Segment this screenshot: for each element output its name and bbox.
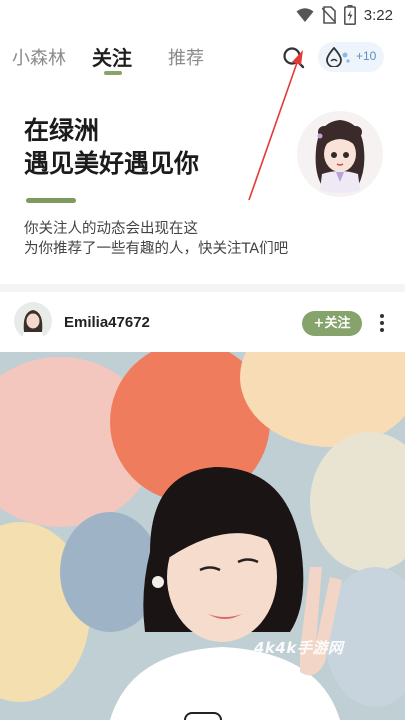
post-username[interactable]: Emilia47672 xyxy=(64,314,150,331)
post-photo[interactable] xyxy=(0,352,405,720)
hero-illustration-avatar xyxy=(296,110,384,198)
no-sim-icon xyxy=(321,6,336,24)
top-nav: 小森林 关注 推荐 +10 xyxy=(0,40,405,80)
hero-subtitle: 你关注人的动态会出现在这 为你推荐了一些有趣的人，快关注TA们吧 xyxy=(24,219,288,259)
section-divider xyxy=(0,284,405,292)
home-indicator xyxy=(184,712,222,720)
tab-following[interactable]: 关注 xyxy=(92,42,132,71)
search-icon xyxy=(283,47,305,69)
status-bar: 3:22 xyxy=(0,0,405,32)
tab-forest[interactable]: 小森林 xyxy=(12,44,66,70)
tab-recommend[interactable]: 推荐 xyxy=(168,44,204,70)
status-time: 3:22 xyxy=(363,6,393,24)
follow-button[interactable]: +关注 xyxy=(302,311,362,336)
hero-title-line-1: 在绿洲 xyxy=(24,116,100,145)
water-drop-icon xyxy=(326,47,350,67)
status-icons: 3:22 xyxy=(296,5,393,25)
battery-charging-icon xyxy=(343,5,356,25)
watermark: 4k4k手游网 xyxy=(254,639,344,657)
hero-subtitle-line-2: 为你推荐了一些有趣的人，快关注TA们吧 xyxy=(24,241,289,257)
points-badge[interactable]: +10 xyxy=(318,42,384,72)
hero-title: 在绿洲 遇见美好遇见你 xyxy=(24,114,199,180)
user-avatar[interactable] xyxy=(14,302,52,340)
hero-accent-bar xyxy=(26,198,76,203)
wifi-icon xyxy=(296,8,314,22)
hero-subtitle-line-1: 你关注人的动态会出现在这 xyxy=(24,221,198,237)
points-value: +10 xyxy=(356,49,377,63)
hero-title-line-2: 遇见美好遇见你 xyxy=(24,149,200,178)
more-vertical-icon xyxy=(380,314,384,332)
active-tab-indicator xyxy=(104,71,122,75)
search-button[interactable] xyxy=(280,44,308,72)
more-options-button[interactable] xyxy=(372,312,392,334)
